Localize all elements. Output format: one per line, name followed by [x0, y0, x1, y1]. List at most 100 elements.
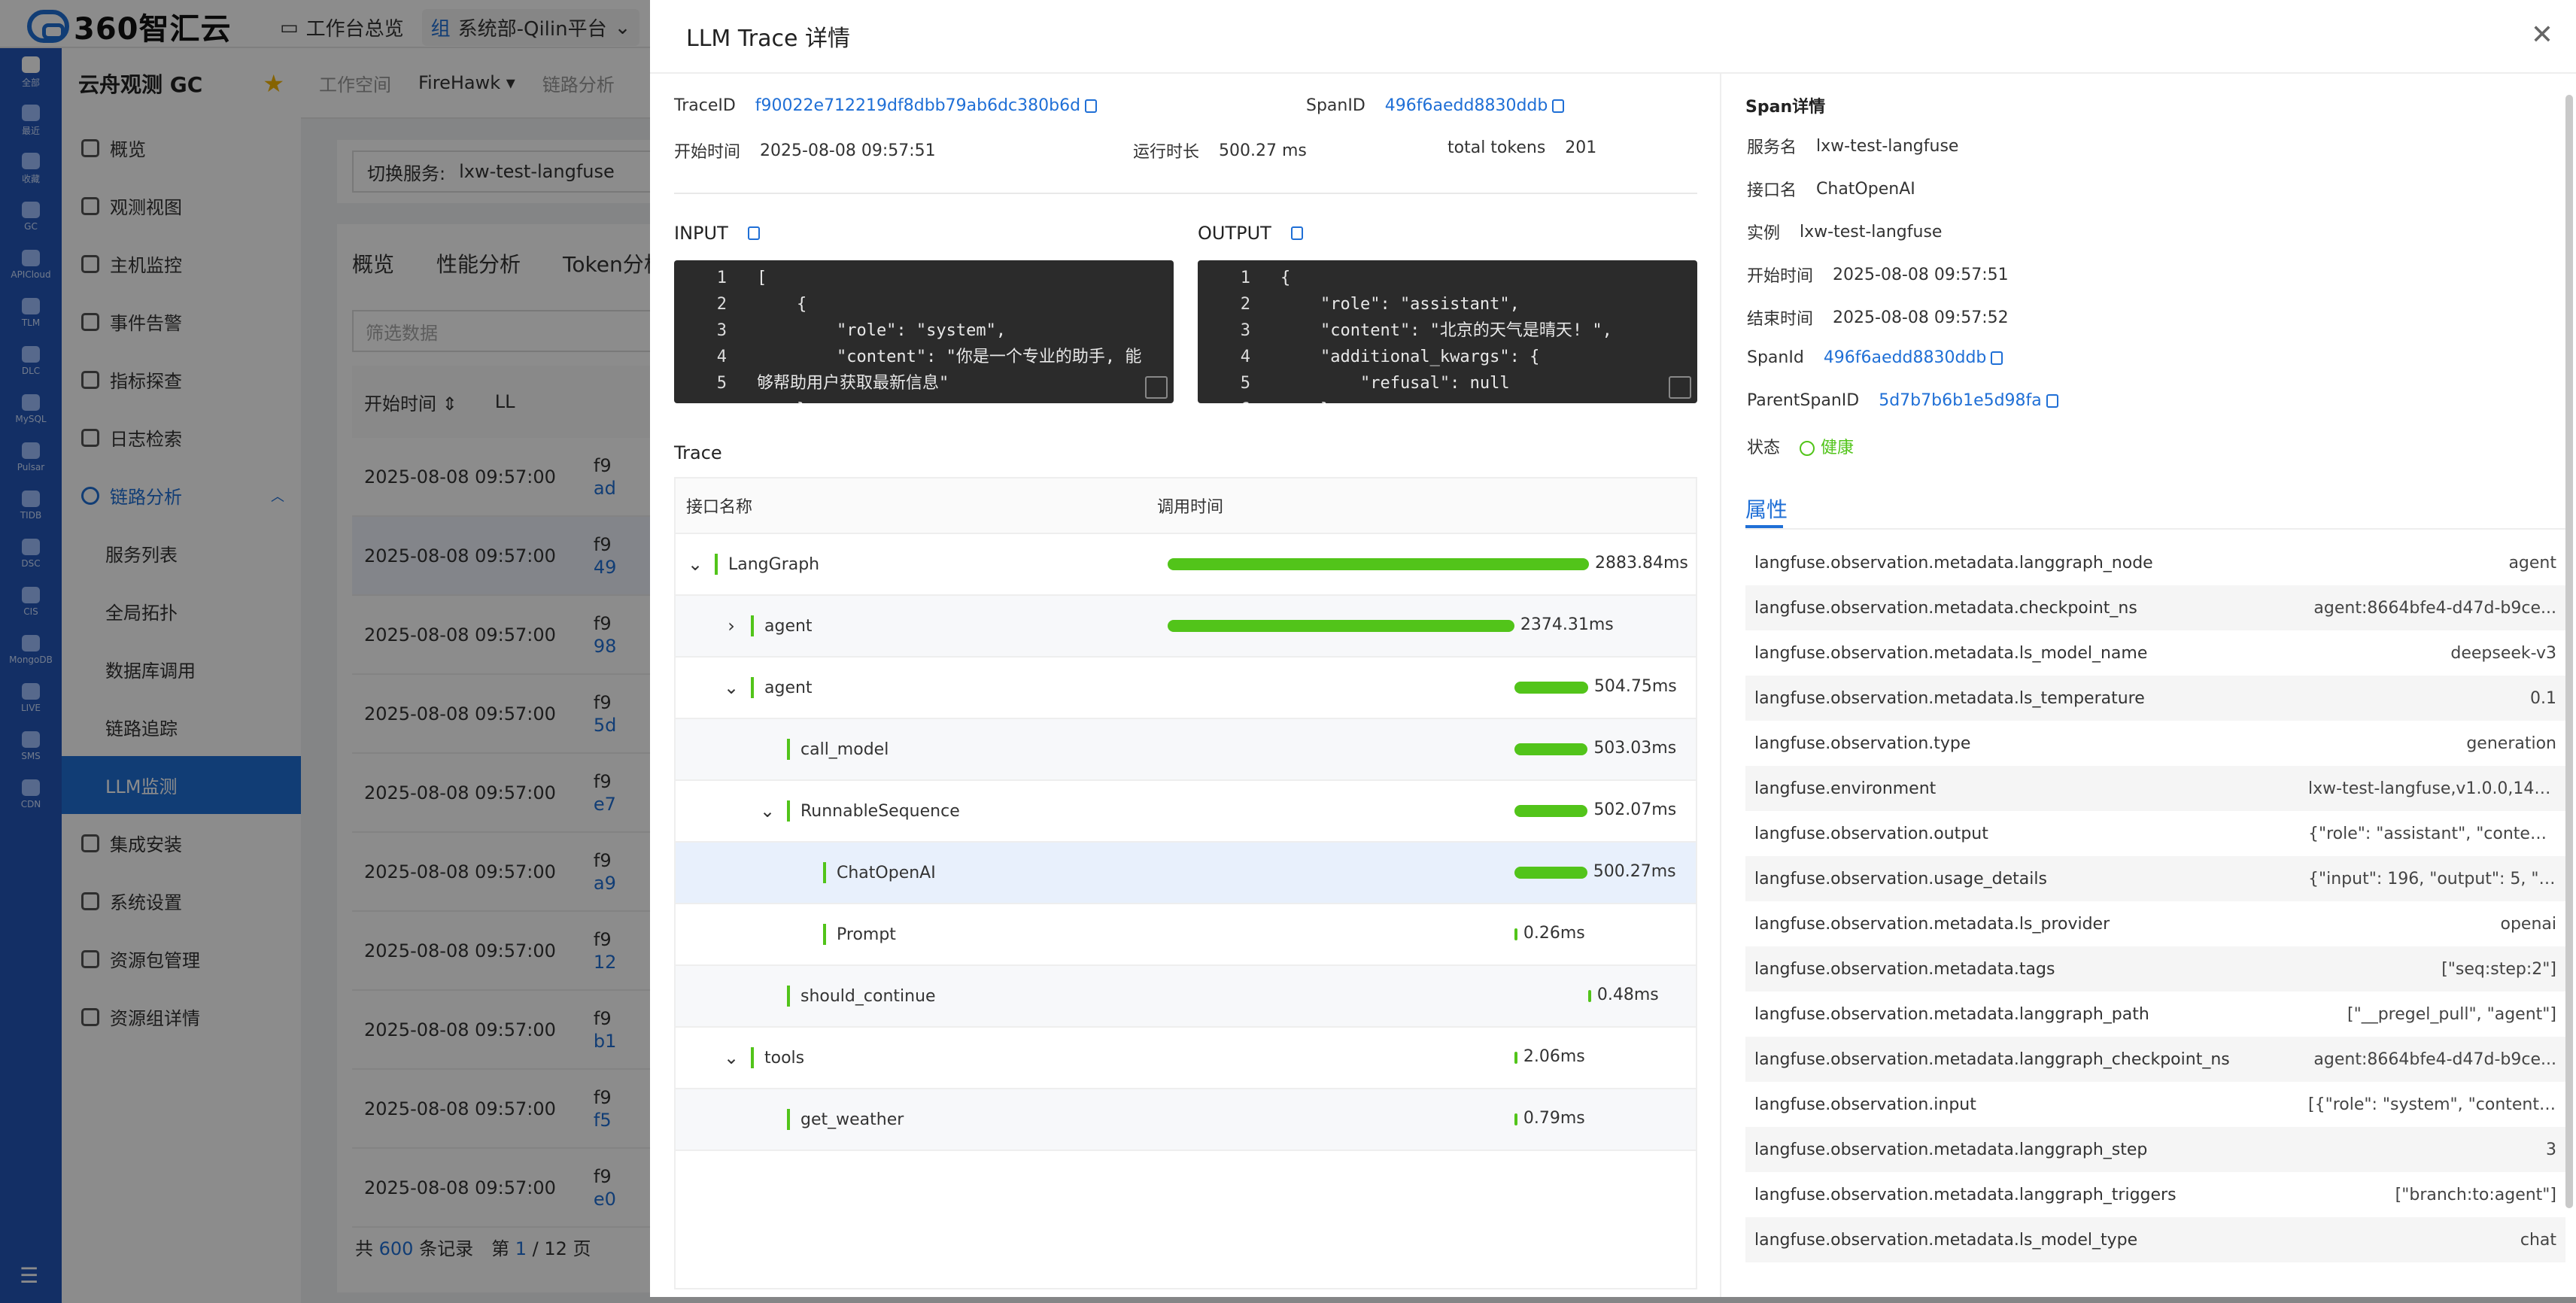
span-parent-value: 5d7b7b6b1e5d98fa: [1879, 391, 2042, 410]
trace-col-time: 调用时间: [1157, 498, 1224, 517]
attribute-key: langfuse.observation.metadata.ls_provide…: [1754, 914, 2110, 934]
duration-bar: [1514, 867, 1587, 879]
attribute-row: langfuse.observation.metadata.tags ["seq:…: [1745, 946, 2565, 992]
trace-rows: ⌄ LangGraph 2883.84ms › agent 2374.31ms ⌄ agent…: [676, 534, 1696, 1151]
trace-row[interactable]: ChatOpenAI 500.27ms: [676, 843, 1696, 904]
attribute-row: langfuse.observation.metadata.langgraph_…: [1745, 1172, 2565, 1217]
span-marker: [715, 554, 718, 575]
trace-row[interactable]: ⌄ LangGraph 2883.84ms: [676, 534, 1696, 596]
chevron-down-icon[interactable]: ⌄: [722, 1047, 740, 1068]
input-header: INPUT: [674, 223, 760, 244]
tab-attributes[interactable]: 属性: [1745, 494, 1788, 524]
attribute-value: {"role": "assistant", "content...: [2308, 824, 2556, 843]
duration-bar: [1514, 1052, 1517, 1064]
chevron-down-icon[interactable]: ⌄: [686, 554, 704, 575]
scrollbar[interactable]: [2565, 95, 2573, 1208]
duration-bar: [1514, 743, 1588, 755]
trace-info: TraceID f90022e712219df8dbb79ab6dc380b6d…: [674, 74, 1697, 194]
attribute-row: langfuse.observation.type generation: [1745, 721, 2565, 766]
trace-row-name: get_weather: [758, 1089, 904, 1150]
span-marker: [787, 800, 790, 822]
code-line: }: [1280, 396, 1612, 403]
trace-row[interactable]: get_weather 0.79ms: [676, 1089, 1696, 1151]
start-time-label: 开始时间: [674, 143, 741, 162]
span-marker: [823, 924, 826, 945]
copy-icon[interactable]: [1085, 99, 1098, 113]
copy-icon[interactable]: [747, 226, 760, 240]
start-time-row: 开始时间 2025-08-08 09:57:51: [674, 138, 936, 162]
code-line: }: [757, 396, 1141, 403]
trace-row[interactable]: Prompt 0.26ms: [676, 904, 1696, 966]
attribute-value: openai: [2500, 914, 2557, 934]
trace-row[interactable]: ⌄ RunnableSequence 502.07ms: [676, 781, 1696, 843]
llm-trace-drawer: LLM Trace 详情 ✕ TraceID f90022e712219df8d…: [650, 0, 2576, 1297]
trace-row[interactable]: ⌄ tools 2.06ms: [676, 1028, 1696, 1089]
attribute-row: langfuse.observation.metadata.langgraph_…: [1745, 540, 2565, 585]
copy-icon[interactable]: [1991, 351, 2003, 365]
attribute-value: ["branch:to:agent"]: [2395, 1185, 2556, 1204]
output-code-block[interactable]: 1 2 3 4 5 6 { "role": "assistant", "content":…: [1198, 260, 1697, 403]
attribute-row: langfuse.observation.output {"role": "ass…: [1745, 811, 2565, 856]
attribute-row: langfuse.observation.input [{"role": "sys…: [1745, 1082, 2565, 1127]
attribute-value: ["__pregel_pull", "agent"]: [2347, 1004, 2556, 1024]
input-code-text: [ { "role": "system", "content": "你是一个专业…: [757, 265, 1141, 403]
span-iface-row: 接口名 ChatOpenAI: [1747, 177, 1915, 201]
trace-row[interactable]: should_continue 0.48ms: [676, 966, 1696, 1028]
span-marker: [823, 862, 826, 883]
trace-row[interactable]: ⌄ agent 504.75ms: [676, 658, 1696, 719]
copy-icon[interactable]: [1552, 99, 1565, 113]
span-service-row: 服务名 lxw-test-langfuse: [1747, 134, 1958, 158]
trace-row-label: get_weather: [800, 1110, 904, 1129]
span-instance-value: lxw-test-langfuse: [1800, 222, 1943, 241]
copy-icon[interactable]: [1290, 226, 1303, 240]
trace-row-label: Prompt: [837, 925, 896, 944]
span-spanid-value: 496f6aedd8830ddb: [1823, 348, 1987, 367]
span-iface-label: 接口名: [1747, 181, 1797, 200]
trace-row[interactable]: › agent 2374.31ms: [676, 596, 1696, 658]
input-line-numbers: 1 2 3 4 5: [674, 265, 742, 396]
span-id-link[interactable]: 496f6aedd8830ddb: [1385, 96, 1565, 115]
check-circle-icon: [1800, 441, 1815, 456]
status-text: 健康: [1821, 439, 1855, 457]
code-line: "content": "你是一个专业的助手, 能: [757, 348, 1142, 366]
span-id-value: 496f6aedd8830ddb: [1384, 96, 1548, 115]
copy-icon[interactable]: [2046, 394, 2058, 408]
attribute-row: langfuse.observation.usage_details {"inpu…: [1745, 856, 2565, 901]
expand-icon[interactable]: [1145, 376, 1168, 399]
duration-text: 500.27ms: [1593, 862, 1676, 881]
span-spanid-link[interactable]: 496f6aedd8830ddb: [1824, 348, 2003, 367]
divider: [1745, 528, 2565, 530]
trace-id-link[interactable]: f90022e712219df8dbb79ab6dc380b6d: [755, 96, 1098, 115]
attribute-key: langfuse.observation.metadata.langgraph_…: [1754, 1049, 2230, 1069]
expand-icon[interactable]: [1669, 376, 1691, 399]
trace-row-label: RunnableSequence: [800, 801, 960, 821]
trace-row[interactable]: call_model 503.03ms: [676, 719, 1696, 781]
duration-text: 0.79ms: [1523, 1109, 1585, 1128]
span-id-label: SpanID: [1306, 96, 1365, 115]
trace-row-name: should_continue: [758, 966, 936, 1026]
code-line: {: [1280, 269, 1291, 287]
input-code-block[interactable]: 1 2 3 4 5 [ { "role": "system", "content": "…: [674, 260, 1174, 403]
span-parent-link[interactable]: 5d7b7b6b1e5d98fa: [1879, 391, 2058, 410]
close-icon[interactable]: ✕: [2531, 20, 2553, 50]
chevron-down-icon[interactable]: ⌄: [758, 800, 776, 822]
duration-label: 运行时长: [1133, 143, 1200, 162]
output-header: OUTPUT: [1198, 223, 1303, 244]
line-number: 4: [1240, 348, 1250, 366]
attribute-key: langfuse.observation.metadata.ls_model_t…: [1754, 1230, 2138, 1250]
trace-section-label: Trace: [674, 442, 722, 463]
duration-text: 2.06ms: [1523, 1047, 1585, 1066]
attribute-key: langfuse.observation.metadata.langgraph_…: [1754, 1185, 2177, 1204]
chevron-down-icon[interactable]: ⌄: [722, 677, 740, 698]
attribute-value: agent:8664bfe4-d47d-b9ce...: [2313, 598, 2556, 618]
line-number: 1: [716, 269, 727, 287]
code-line: "content": "北京的天气是晴天! ",: [1280, 321, 1612, 340]
attribute-row: langfuse.observation.metadata.langgraph_…: [1745, 1127, 2565, 1172]
chevron-right-icon[interactable]: ›: [722, 615, 740, 636]
attribute-value: ["seq:step:2"]: [2441, 959, 2556, 979]
span-marker: [787, 739, 790, 760]
code-line: {: [757, 295, 807, 314]
duration-bar: [1514, 682, 1588, 694]
attribute-key: langfuse.observation.metadata.ls_tempera…: [1754, 688, 2145, 708]
attribute-key: langfuse.observation.usage_details: [1754, 869, 2047, 888]
